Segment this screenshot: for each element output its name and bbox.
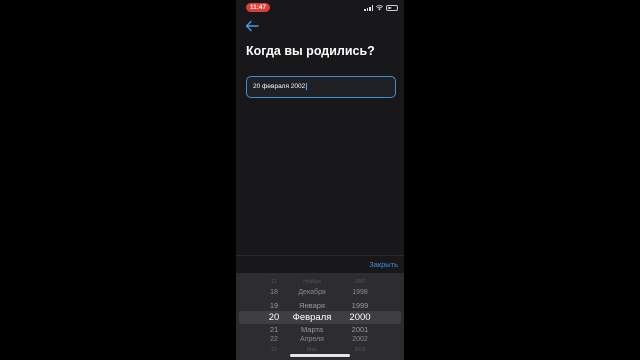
year-option[interactable]: 1998 — [338, 289, 382, 296]
month-option[interactable]: Мая — [288, 347, 336, 353]
month-option[interactable]: Января — [288, 301, 336, 310]
month-column[interactable]: Ноября Декабря Января Февраля Марта Апре… — [288, 273, 336, 360]
status-bar: 11:47 42 — [236, 0, 404, 14]
day-option[interactable]: 18 — [260, 289, 288, 296]
sheet-divider — [236, 255, 404, 256]
day-option[interactable]: 23 — [260, 347, 288, 353]
month-option[interactable]: Ноября — [288, 279, 336, 285]
wifi-icon — [376, 5, 383, 11]
year-column[interactable]: 1997 1998 1999 2000 2001 2002 2003 — [338, 273, 382, 360]
battery-icon: 42 — [386, 5, 398, 11]
close-button[interactable]: Закрыть — [369, 260, 398, 269]
month-option[interactable]: Марта — [288, 325, 336, 334]
month-option[interactable]: Апреля — [288, 336, 336, 343]
day-option[interactable]: 19 — [260, 301, 288, 310]
birth-date-value: 20 февраля 2002 — [253, 83, 306, 90]
year-option[interactable]: 1999 — [338, 301, 382, 310]
day-option[interactable]: 21 — [260, 325, 288, 334]
month-option-selected[interactable]: Февраля — [288, 312, 336, 323]
day-column[interactable]: 17 18 19 20 21 22 23 — [260, 273, 288, 360]
home-indicator[interactable] — [290, 354, 350, 357]
year-option-selected[interactable]: 2000 — [338, 312, 382, 323]
date-picker-wheel[interactable]: 17 18 19 20 21 22 23 Ноября Декабря Янва… — [236, 273, 404, 360]
year-option[interactable]: 2002 — [338, 336, 382, 343]
arrow-left-icon[interactable] — [245, 20, 259, 32]
day-option-selected[interactable]: 20 — [260, 312, 288, 323]
battery-level: 42 — [389, 5, 395, 10]
birth-date-field[interactable]: 20 февраля 2002 — [246, 76, 396, 98]
signal-icon — [364, 5, 373, 11]
year-option[interactable]: 2001 — [338, 325, 382, 334]
day-option[interactable]: 17 — [260, 279, 288, 285]
year-option[interactable]: 2003 — [338, 347, 382, 353]
year-option[interactable]: 1997 — [338, 279, 382, 285]
status-icons: 42 — [364, 4, 398, 12]
day-option[interactable]: 22 — [260, 336, 288, 343]
page-title: Когда вы родились? — [246, 44, 375, 58]
status-time: 11:47 — [246, 3, 270, 12]
month-option[interactable]: Декабря — [288, 289, 336, 296]
phone-screen: 11:47 42 Когда вы родились? 20 февраля 2… — [236, 0, 404, 360]
text-caret — [305, 82, 307, 90]
